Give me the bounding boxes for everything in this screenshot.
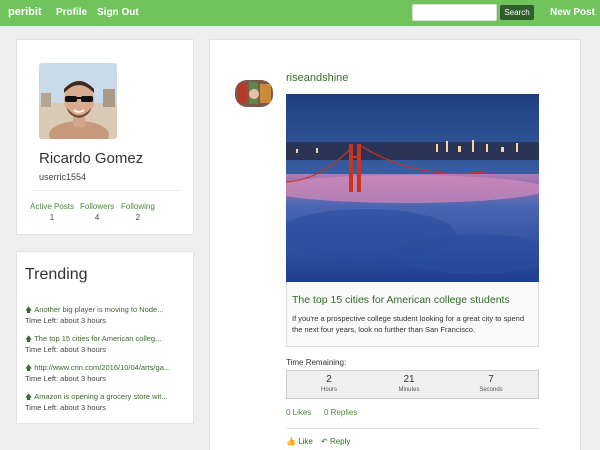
timer-hours: 2 Hours: [299, 374, 359, 393]
divider: [286, 428, 539, 429]
profile-card: Ricardo Gomez userric1554 Active Posts 1…: [16, 39, 194, 235]
post-body: The top 15 cities for American college s…: [286, 282, 539, 347]
thumbs-up-icon: 👍: [286, 437, 296, 446]
stat-active-posts[interactable]: Active Posts 1: [30, 202, 74, 222]
stat-value: 2: [135, 213, 141, 222]
timer-value: 2: [326, 374, 332, 385]
avatar[interactable]: [39, 63, 117, 139]
stat-label: Followers: [80, 202, 115, 211]
stat-value: 4: [94, 213, 100, 222]
timer-unit: Seconds: [479, 387, 503, 393]
trend-item: 🡅 http://www.cnn.com/2016/10/04/arts/ga..…: [25, 363, 189, 384]
like-button[interactable]: 👍 Like: [286, 437, 313, 446]
trend-time: Time Left: about 3 hours: [25, 403, 107, 412]
trend-text: The top 15 cities for American colleg...: [34, 334, 162, 343]
trend-time: Time Left: about 3 hours: [25, 345, 107, 354]
reply-button[interactable]: ↶ Reply: [321, 437, 350, 446]
post-image[interactable]: [286, 94, 539, 282]
timer-minutes: 21 Minutes: [379, 374, 439, 393]
up-arrow-icon: 🡅: [25, 365, 33, 372]
post-author-name[interactable]: riseandshine: [286, 72, 348, 84]
search-input[interactable]: [412, 4, 497, 21]
timer-value: 7: [488, 374, 494, 385]
up-arrow-icon: 🡅: [25, 394, 33, 401]
post-card: riseandshine The top 15 cities for Ameri…: [209, 39, 581, 450]
reply-arrow-icon: ↶: [321, 437, 328, 446]
trend-link[interactable]: 🡅 http://www.cnn.com/2016/10/04/arts/ga..…: [25, 363, 189, 374]
new-post-link[interactable]: New Post: [550, 7, 595, 18]
trend-text: http://www.cnn.com/2016/10/04/arts/ga...: [34, 363, 171, 372]
trend-item: 🡅 Amazon is opening a grocery store wit..…: [25, 392, 189, 413]
stat-value: 1: [49, 213, 55, 222]
post-author-avatar[interactable]: [235, 80, 273, 107]
post-title[interactable]: The top 15 cities for American college s…: [292, 294, 510, 306]
stat-label: Following: [121, 202, 155, 211]
trend-link[interactable]: 🡅 Another big player is moving to Node...: [25, 305, 189, 316]
trend-link[interactable]: 🡅 The top 15 cities for American colleg..…: [25, 334, 189, 345]
nav-signout-link[interactable]: Sign Out: [97, 7, 139, 18]
search-button[interactable]: Search: [500, 5, 534, 20]
trending-title: Trending: [25, 266, 88, 283]
timer-value: 21: [403, 374, 415, 385]
trending-card: Trending 🡅 Another big player is moving t…: [16, 251, 194, 424]
likes-count[interactable]: 0 Likes: [286, 408, 311, 417]
stat-following[interactable]: Following 2: [121, 202, 155, 222]
up-arrow-icon: 🡅: [25, 307, 33, 314]
profile-username: userric1554: [39, 172, 87, 182]
timer-unit: Minutes: [398, 387, 420, 393]
divider: [32, 190, 180, 191]
reply-label: Reply: [329, 437, 351, 446]
trend-item: 🡅 The top 15 cities for American colleg..…: [25, 334, 189, 355]
trend-item: 🡅 Another big player is moving to Node...…: [25, 305, 189, 326]
up-arrow-icon: 🡅: [25, 336, 33, 343]
trend-text: Another big player is moving to Node...: [34, 305, 164, 314]
post-description: If you're a prospective college student …: [292, 314, 524, 334]
timer-unit: Hours: [320, 387, 337, 393]
stat-label: Active Posts: [30, 202, 75, 211]
top-navbar: peribit Profile Sign Out Search New Post: [0, 0, 600, 26]
trend-time: Time Left: about 3 hours: [25, 374, 107, 383]
countdown-timer: 2 Hours 21 Minutes 7 Seconds: [286, 370, 539, 399]
trend-link[interactable]: 🡅 Amazon is opening a grocery store wit..…: [25, 392, 189, 403]
trend-time: Time Left: about 3 hours: [25, 316, 107, 325]
nav-profile-link[interactable]: Profile: [56, 7, 87, 18]
trend-text: Amazon is opening a grocery store wit...: [34, 392, 168, 401]
like-label: Like: [298, 437, 313, 446]
replies-count[interactable]: 0 Replies: [324, 408, 357, 417]
stat-followers[interactable]: Followers 4: [80, 202, 114, 222]
timer-seconds: 7 Seconds: [461, 374, 521, 393]
brand-logo[interactable]: peribit: [8, 6, 42, 18]
profile-name: Ricardo Gomez: [39, 150, 144, 167]
time-remaining-label: Time Remaining:: [286, 358, 347, 367]
